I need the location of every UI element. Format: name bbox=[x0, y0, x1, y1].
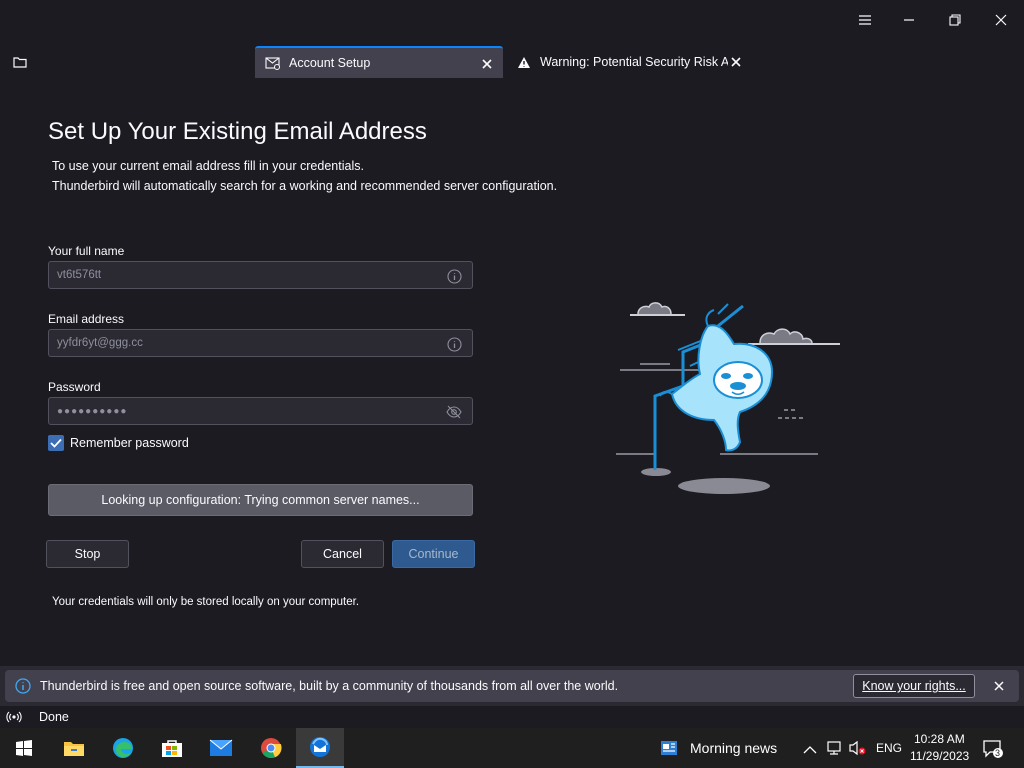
close-icon[interactable] bbox=[987, 674, 1011, 698]
notification-text: Thunderbird is free and open source soft… bbox=[40, 679, 619, 693]
lookup-status: Looking up configuration: Trying common … bbox=[48, 484, 473, 516]
description-line: To use your current email address fill i… bbox=[52, 159, 364, 173]
thunderbird-icon[interactable] bbox=[296, 728, 344, 768]
tab-security-warning[interactable]: Warning: Potential Security Risk Ahe bbox=[506, 46, 756, 78]
know-your-rights-button[interactable]: Know your rights... bbox=[853, 674, 975, 698]
volume-muted-icon[interactable] bbox=[849, 740, 867, 756]
account-setup-page: Set Up Your Existing Email Address To us… bbox=[0, 78, 1024, 666]
chrome-icon[interactable] bbox=[247, 728, 295, 768]
warning-icon bbox=[516, 54, 532, 70]
start-icon[interactable] bbox=[0, 728, 48, 768]
mail-settings-icon bbox=[265, 55, 281, 71]
clock-time[interactable]: 10:28 AM bbox=[914, 732, 965, 746]
close-icon[interactable] bbox=[728, 54, 744, 70]
remember-password-checkbox[interactable] bbox=[48, 435, 64, 451]
description-line: Thunderbird will automatically search fo… bbox=[52, 179, 558, 193]
language-indicator[interactable]: ENG bbox=[876, 741, 902, 755]
continue-button[interactable]: Continue bbox=[392, 540, 475, 568]
info-icon[interactable] bbox=[446, 336, 462, 352]
sloth-illustration bbox=[616, 302, 840, 494]
clock-date[interactable]: 11/29/2023 bbox=[910, 749, 969, 763]
status-bar: Done bbox=[0, 706, 1024, 728]
notification-count: 3 bbox=[995, 748, 1001, 758]
remember-password-label[interactable]: Remember password bbox=[70, 436, 189, 450]
credentials-note: Your credentials will only be stored loc… bbox=[52, 596, 360, 608]
password-label: Password bbox=[48, 380, 101, 394]
tab-label: Account Setup bbox=[289, 56, 371, 70]
password-value: ●●●●●●●●●● bbox=[57, 406, 128, 417]
tab-account-setup[interactable]: Account Setup bbox=[255, 46, 503, 78]
news-label[interactable]: Morning news bbox=[690, 740, 777, 756]
eye-slash-icon[interactable] bbox=[446, 404, 462, 420]
info-icon bbox=[15, 678, 31, 694]
email-value: yyfdr6yt@ggg.cc bbox=[57, 337, 143, 349]
cancel-button[interactable]: Cancel bbox=[301, 540, 384, 568]
email-input[interactable]: yyfdr6yt@ggg.cc bbox=[48, 329, 473, 357]
full-name-value: vt6t576tt bbox=[57, 269, 102, 281]
store-icon[interactable] bbox=[148, 728, 196, 768]
chevron-up-icon[interactable] bbox=[803, 742, 817, 754]
page-title: Set Up Your Existing Email Address bbox=[48, 118, 427, 145]
notification-bar: Thunderbird is free and open source soft… bbox=[5, 670, 1019, 702]
close-icon[interactable] bbox=[479, 56, 495, 72]
mail-icon[interactable] bbox=[197, 728, 245, 768]
taskbar: Morning news ENG 10:28 AM 11/29/2023 3 bbox=[0, 728, 1024, 768]
full-name-input[interactable]: vt6t576tt bbox=[48, 261, 473, 289]
close-window-button[interactable] bbox=[978, 0, 1024, 40]
tab-label: Warning: Potential Security Risk Ahe bbox=[540, 55, 728, 69]
full-name-label: Your full name bbox=[48, 244, 125, 258]
minimize-button[interactable] bbox=[886, 0, 932, 40]
menu-icon[interactable] bbox=[842, 0, 888, 40]
info-icon[interactable] bbox=[446, 268, 462, 284]
online-status-icon[interactable] bbox=[6, 710, 22, 724]
network-icon[interactable] bbox=[826, 740, 844, 756]
notification-center-icon[interactable]: 3 bbox=[982, 739, 1004, 759]
password-input[interactable]: ●●●●●●●●●● bbox=[48, 397, 473, 425]
stop-button[interactable]: Stop bbox=[46, 540, 129, 568]
tab-strip: Account Setup Warning: Potential Securit… bbox=[0, 44, 1024, 78]
email-label: Email address bbox=[48, 312, 125, 326]
file-explorer-icon[interactable] bbox=[50, 728, 98, 768]
notification-area: Thunderbird is free and open source soft… bbox=[0, 666, 1024, 706]
edge-icon[interactable] bbox=[99, 728, 147, 768]
title-bar: Account Setup Warning: Potential Securit… bbox=[0, 0, 1024, 78]
news-icon[interactable] bbox=[660, 740, 678, 756]
folder-icon[interactable] bbox=[6, 48, 34, 76]
restore-button[interactable] bbox=[932, 0, 978, 40]
status-text: Done bbox=[39, 710, 69, 724]
